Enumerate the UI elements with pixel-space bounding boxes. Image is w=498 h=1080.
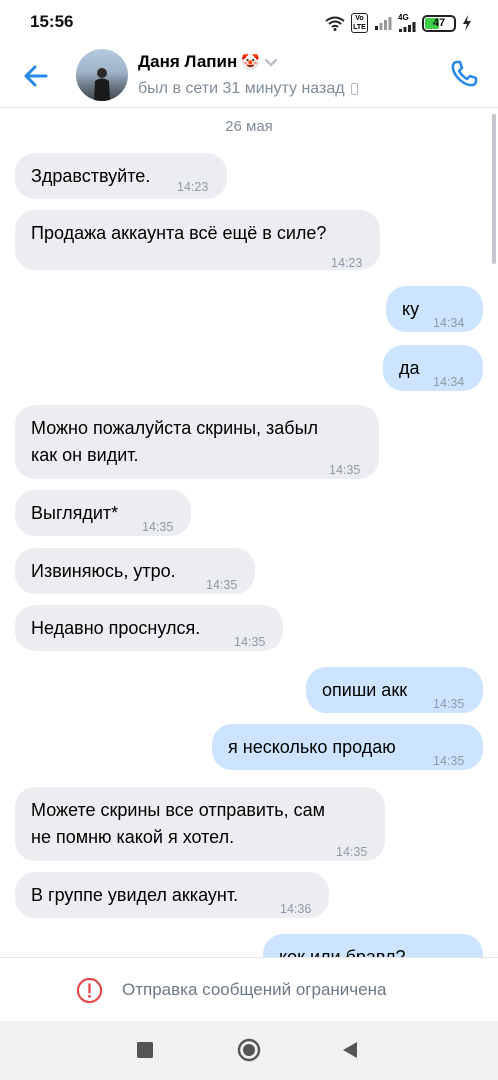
message-time: 14:35: [234, 635, 266, 649]
system-nav-bar: [0, 1021, 498, 1080]
message-time: 14:35: [329, 463, 361, 477]
message-text: кок или бравл?: [279, 947, 406, 957]
message-text: Продажа аккаунта всё ещё в силе?: [31, 223, 327, 243]
contact-status-row: был в сети 31 минуту назад: [138, 80, 358, 98]
signal-icon: [375, 17, 392, 30]
message-bubble[interactable]: кок или бравл?: [263, 934, 483, 957]
message-bubble[interactable]: Выглядит* 14:35: [15, 490, 191, 536]
message-text: Можете скрины все отправить, сам не помн…: [31, 800, 325, 847]
status-time: 15:56: [30, 12, 74, 31]
home-circle-icon[interactable]: [237, 1038, 261, 1062]
message-bubble[interactable]: Недавно проснулся. 14:35: [15, 605, 283, 651]
signal-icon-2: [399, 22, 416, 32]
message-time: 14:34: [433, 316, 465, 330]
chevron-down-icon: [264, 59, 277, 67]
call-icon[interactable]: [448, 58, 480, 90]
message-bubble[interactable]: В группе увидел аккаунт. 14:36: [15, 872, 329, 918]
battery-icon: 47: [422, 14, 456, 32]
scrollbar[interactable]: [492, 114, 496, 264]
message-time: 14:35: [433, 697, 465, 711]
message-text: Можно пожалуйста скрины, забыл как он ви…: [31, 418, 319, 465]
message-time: 14:36: [280, 902, 312, 916]
message-time: 14:35: [433, 754, 465, 768]
message-bubble[interactable]: я несколько продаю 14:35: [212, 724, 483, 770]
message-time: 14:23: [177, 180, 209, 194]
message-bubble[interactable]: да 14:34: [383, 345, 483, 391]
restriction-text: Отправка сообщений ограничена: [122, 980, 387, 999]
contact-name-row[interactable]: Даня Лапин 🤡: [138, 52, 278, 72]
avatar-person-silhouette: [94, 68, 110, 101]
mobile-phone-icon: [350, 83, 358, 95]
message-time: 14:35: [142, 520, 174, 534]
status-icons: Vo LTE 4G 47: [325, 13, 472, 33]
avatar[interactable]: [76, 49, 128, 101]
message-bubble[interactable]: Здравствуйте. 14:23: [15, 153, 227, 199]
back-arrow-icon[interactable]: [20, 60, 52, 92]
name-emoji: 🤡: [241, 54, 260, 71]
contact-status: был в сети 31 минуту назад: [138, 80, 345, 97]
message-time: 14:35: [206, 578, 238, 592]
recents-square-icon[interactable]: [137, 1042, 153, 1058]
chat-header: Даня Лапин 🤡 был в сети 31 минуту назад: [0, 44, 498, 108]
back-triangle-icon[interactable]: [342, 1041, 358, 1059]
warning-circle-icon: [76, 977, 103, 1004]
message-bubble[interactable]: ку 14:34: [386, 286, 483, 332]
battery-level: 47: [432, 17, 446, 29]
message-bubble[interactable]: Продажа аккаунта всё ещё в силе? 14:23: [15, 210, 380, 270]
message-bubble[interactable]: опиши акк 14:35: [306, 667, 483, 713]
message-bubble[interactable]: Можете скрины все отправить, сам не помн…: [15, 787, 385, 861]
network-type-label: 4G: [398, 13, 409, 22]
chat-message-list[interactable]: 26 мая Здравствуйте. 14:23 Продажа аккау…: [0, 109, 498, 957]
message-bubble[interactable]: Извиняюсь, утро. 14:35: [15, 548, 255, 594]
message-bubble[interactable]: Можно пожалуйста скрины, забыл как он ви…: [15, 405, 379, 479]
message-restriction-bar: Отправка сообщений ограничена: [0, 957, 498, 1021]
charging-icon: [463, 15, 471, 31]
volte-badge: Vo LTE: [351, 13, 368, 33]
message-time: 14:23: [331, 256, 363, 270]
message-time: 14:34: [433, 375, 465, 389]
message-time: 14:35: [336, 845, 368, 859]
status-bar: 15:56 Vo LTE 4G 47: [0, 0, 498, 44]
date-separator: 26 мая: [225, 118, 273, 135]
wifi-icon: [325, 16, 345, 31]
contact-name: Даня Лапин: [138, 52, 238, 71]
